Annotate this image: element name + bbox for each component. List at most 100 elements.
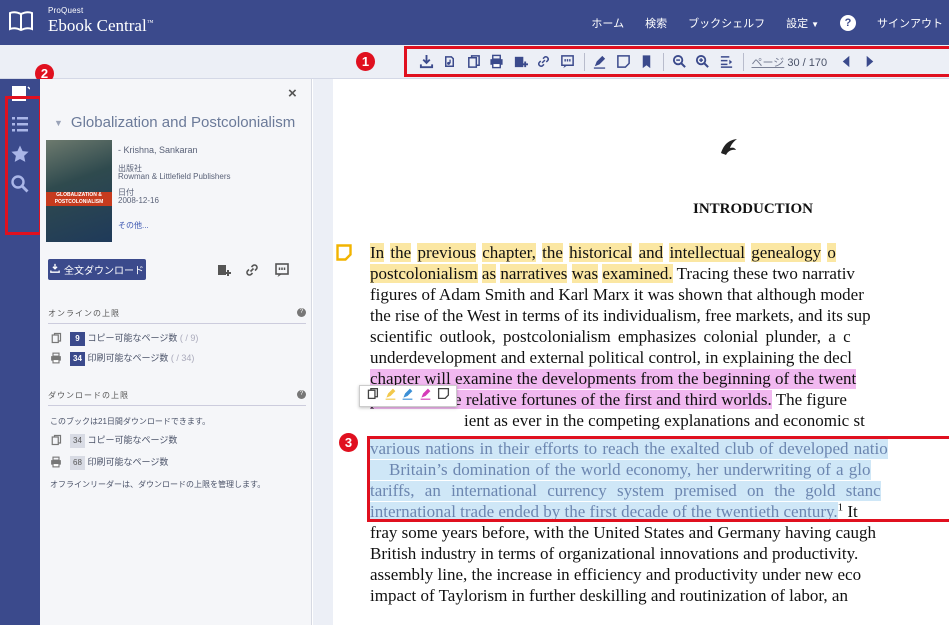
download-print-label: 印刷可能なページ数 (87, 457, 169, 467)
highlight[interactable]: In (370, 243, 385, 262)
highlight[interactable]: previous (417, 243, 476, 262)
download-copy-count: 34 (70, 434, 85, 448)
text-line: In the previous chapter, the historical … (370, 243, 836, 263)
nav-bookshelf[interactable]: ブックシェルフ (688, 15, 765, 31)
download-full-button[interactable]: 全文ダウンロード (48, 259, 146, 280)
print-icon[interactable] (486, 51, 508, 73)
logo-proquest: ProQuest (48, 6, 84, 15)
zoom-out-icon[interactable] (668, 51, 690, 73)
note-icon[interactable] (437, 387, 450, 405)
highlight[interactable]: the (390, 243, 412, 262)
download-print-count: 68 (70, 456, 85, 470)
previous-page-icon[interactable] (835, 51, 857, 73)
date-value: 2008-12-16 (118, 196, 159, 205)
annotation-popup-toolbar (359, 385, 457, 407)
print-icon (50, 456, 62, 470)
download-limit-header: ダウンロードの上限 ? (48, 390, 306, 406)
close-panel-button[interactable]: × (288, 85, 297, 102)
note-marker-icon[interactable] (336, 244, 352, 261)
highlight[interactable]: as (481, 264, 497, 283)
highlight[interactable]: intellectual (669, 243, 745, 262)
chapter-ornament-icon (721, 139, 737, 155)
info-icon[interactable]: ? (297, 390, 306, 399)
bookmark-icon[interactable] (636, 51, 658, 73)
top-navigation-bar: ProQuest Ebook Central™ ホーム 検索 ブックシェルフ 設… (0, 0, 949, 45)
zoom-in-icon[interactable] (692, 51, 714, 73)
collapse-triangle-icon: ▼ (54, 117, 63, 128)
callout-badge-1: 1 (356, 52, 375, 71)
open-book-icon[interactable] (8, 9, 34, 33)
nav-home[interactable]: ホーム (591, 15, 624, 31)
header-nav: ホーム 検索 ブックシェルフ 設定 ▼ ? サインアウト (591, 0, 943, 45)
page-value: 30 / 170 (787, 56, 828, 69)
logo-text: Ebook Central (48, 16, 147, 35)
copy-icon[interactable] (462, 51, 484, 73)
more-link[interactable]: その他... (118, 220, 149, 231)
nav-search[interactable]: 検索 (645, 15, 667, 31)
link-icon[interactable] (533, 51, 555, 73)
highlight[interactable]: historical (569, 243, 633, 262)
print-count-label: 印刷可能なページ数 (87, 353, 169, 363)
highlight[interactable]: narratives (500, 264, 568, 283)
copy-count-total: ( / 9) (179, 333, 199, 343)
highlight-pen-icon[interactable] (589, 51, 611, 73)
copy-count-badge: 9 (70, 332, 85, 346)
logo-ebook-central[interactable]: Ebook Central™ (48, 16, 154, 36)
highlight[interactable]: examined. (602, 264, 673, 283)
text-line: impact of Taylorism in further deskillin… (370, 586, 848, 605)
highlight[interactable]: was (571, 264, 599, 283)
fit-page-icon[interactable] (715, 51, 737, 73)
add-to-bookshelf-icon[interactable] (509, 51, 531, 73)
nav-settings[interactable]: 設定 ▼ (786, 15, 819, 31)
trademark: ™ (146, 18, 154, 27)
help-icon[interactable]: ? (840, 14, 856, 31)
nav-settings-label: 設定 (786, 17, 809, 30)
highlight[interactable]: and (638, 243, 664, 262)
book-details-panel: × ▼ Globalization and Postcolonialism GL… (40, 79, 312, 625)
book-author: - Krishna, Sankaran (118, 145, 198, 155)
text-line: ient as ever in the competing explanatio… (464, 411, 865, 430)
chapter-heading: INTRODUCTION (692, 201, 813, 217)
highlight[interactable]: o (827, 243, 836, 262)
text-line: underdevelopment and external political … (370, 348, 852, 367)
download-full-label: 全文ダウンロード (64, 266, 144, 277)
highlight[interactable]: the (542, 243, 563, 262)
nav-signout[interactable]: サインアウト (877, 15, 943, 31)
selection-highlight-frame (367, 436, 949, 522)
citation-icon[interactable] (274, 262, 290, 278)
citation-icon[interactable] (556, 51, 578, 73)
document-page[interactable]: INTRODUCTION In the previous chapter, th… (333, 79, 949, 625)
highlight[interactable]: genealogy (751, 243, 822, 262)
highlight-yellow-icon[interactable] (384, 387, 397, 405)
audio-icon[interactable] (439, 51, 461, 73)
add-to-bookshelf-icon[interactable] (216, 262, 232, 278)
text-span: The figure (771, 390, 847, 409)
download-days-note: このブックは21日間ダウンロードできます。 (50, 417, 211, 426)
highlight[interactable]: postcolonialism (370, 264, 478, 283)
book-title[interactable]: ▼ Globalization and Postcolonialism (54, 114, 295, 131)
download-copy-limit: 34 コピー可能なページ数 (50, 433, 177, 448)
highlight[interactable]: chapter, (482, 243, 536, 262)
text-line: the rise of the West in terms of its ind… (370, 306, 871, 325)
reader-toolbar: ページ 30 / 170 (404, 46, 949, 77)
info-icon[interactable]: ? (297, 308, 306, 317)
highlight-pink-icon[interactable] (419, 387, 432, 405)
print-count-total: ( / 34) (170, 353, 195, 363)
cover-title: GLOBALIZATION & POSTCOLONIALISM (46, 192, 112, 206)
text-line: British industry in terms of organizatio… (370, 544, 859, 563)
link-icon[interactable] (244, 262, 260, 278)
reader-toolbar-row: 1 ページ 30 / 170 (0, 45, 949, 79)
copy-icon (50, 434, 62, 448)
next-page-icon[interactable] (859, 51, 881, 73)
download-copy-label: コピー可能なページ数 (87, 435, 178, 445)
note-icon[interactable] (612, 51, 634, 73)
highlight-blue-icon[interactable] (401, 387, 414, 405)
download-print-limit: 68 印刷可能なページ数 (50, 455, 168, 470)
copy-icon[interactable] (366, 387, 379, 405)
download-icon[interactable] (415, 51, 437, 73)
page-indicator[interactable]: ページ 30 / 170 (752, 54, 828, 70)
download-icon (50, 263, 60, 276)
online-limit-header: オンラインの上限 ? (48, 308, 306, 324)
online-copy-limit: 9 コピー可能なページ数 ( / 9) (50, 331, 198, 346)
book-title-text: Globalization and Postcolonialism (70, 114, 296, 131)
